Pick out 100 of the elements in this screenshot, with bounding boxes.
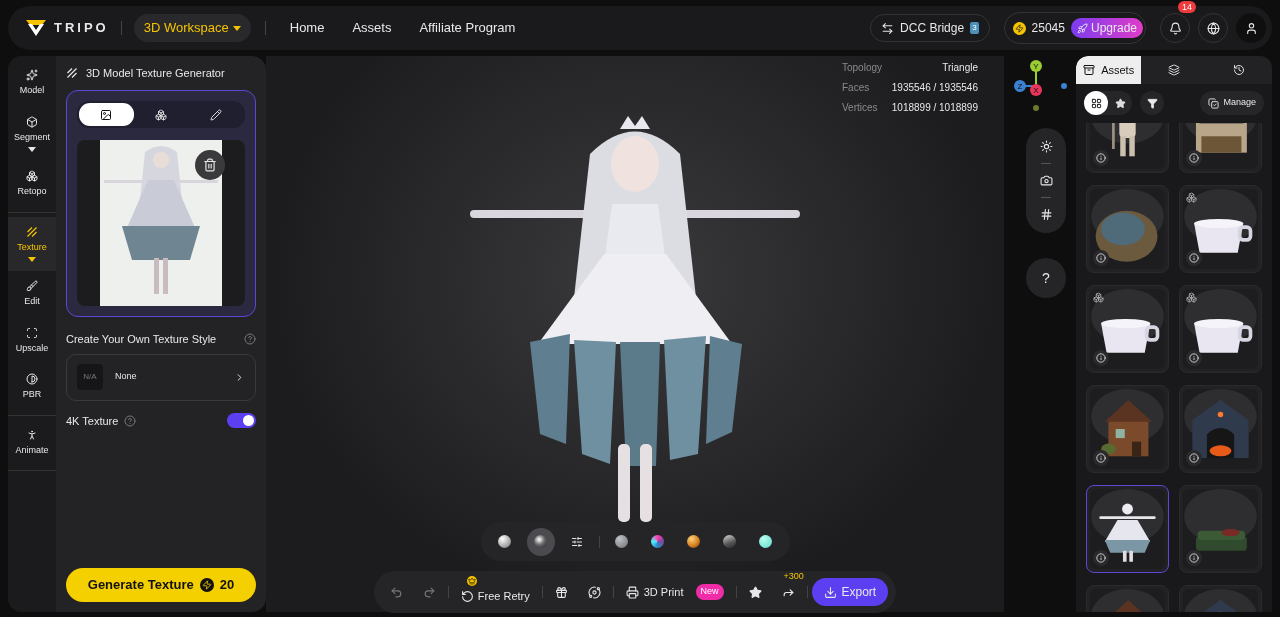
info-icon [1096,253,1106,263]
rocket-icon [1076,22,1088,34]
redo-icon [422,585,436,599]
retry-icon [460,589,474,603]
rail-item[interactable]: Model [8,60,56,107]
trash-icon [203,158,217,172]
nav-link[interactable]: Affiliate Program [409,18,526,38]
orbit-icon [587,585,601,599]
info-icon [1189,353,1199,363]
funnel-icon [1146,97,1158,109]
caret-icon [232,25,241,31]
info-icon [1096,153,1106,163]
free-retry-button[interactable]: Free Retry [452,575,538,609]
image-icon [100,108,113,121]
info-icon [1189,453,1199,463]
profile-button[interactable] [1236,13,1266,43]
rail-item[interactable]: Texture [8,216,56,271]
logo-icon [26,20,46,36]
export-button[interactable]: Export [811,578,889,606]
undo-icon [389,585,403,599]
cube-icon [26,115,38,128]
bell-icon [1168,21,1182,35]
archive-icon [1083,64,1096,76]
rail-item[interactable]: Retopo [8,161,56,208]
layers-icon [1168,64,1180,76]
toggle-switch[interactable] [227,413,256,429]
stat-label: Vertices [842,101,878,115]
panel-title: 3D Model Texture Generator [86,65,225,81]
copy-check-icon [1208,97,1220,109]
info-icon [1189,553,1199,563]
swap-icon [881,21,895,35]
logo-text: TRIPO [54,19,109,38]
rail-item[interactable]: Edit [8,271,56,318]
mesh-icon [1186,292,1197,303]
printer-icon [625,585,639,599]
crown-icon [466,576,477,586]
help-icon [124,414,137,427]
star-icon [1114,97,1126,109]
notification-count: 14 [1178,1,1196,13]
manage-button[interactable]: Manage [1200,91,1264,115]
share-bonus: +300 [783,569,804,583]
nav-link[interactable]: Home [279,18,335,38]
mesh-icon [26,170,38,182]
mesh-icon [1186,192,1197,203]
section-heading: Create Your Own Texture Style [66,332,217,347]
mode-tab[interactable] [79,103,134,126]
panel-tab[interactable]: Assets [1076,56,1142,84]
new-badge: New [695,584,724,600]
mesh-icon [1093,292,1104,303]
globe-icon [1206,21,1220,35]
pencil-icon [209,108,222,121]
nav-link[interactable]: Assets [342,18,402,38]
caret-icon [28,257,36,262]
filter-toggle[interactable] [1084,91,1108,115]
generate-button[interactable]: Generate Texture 20 [66,568,256,602]
caret-icon [28,147,36,152]
stat-label: Topology [842,61,883,75]
brush-icon [26,280,38,292]
star-icon [748,585,762,599]
stat-value: 1018899 / 1018899 [891,101,978,115]
scan-icon [26,326,38,339]
3d-print-button[interactable]: 3D Print [617,583,692,601]
sun-icon [1039,140,1053,153]
sparkles-icon [26,69,38,81]
camera-icon [1039,174,1053,187]
axis-gizmo: Y Z X [1014,58,1074,114]
sliders-icon [570,535,583,548]
rail-item[interactable]: Segment [8,106,56,161]
texture-style-selector[interactable]: N/A None [66,353,256,401]
help-button[interactable]: ? [1026,258,1066,298]
credits-count: 25045 [1031,20,1065,37]
style-thumbnail: N/A [77,364,103,390]
bridge-badge: 3 [970,22,979,34]
history-icon [1233,64,1246,76]
grid-icon [1090,97,1102,109]
style-name: None [115,370,138,384]
stat-value: Triangle [942,61,978,75]
info-icon [1096,353,1106,363]
stat-value: 1935546 / 1935546 [891,81,978,95]
hatch-icon [66,67,78,79]
user-icon [1244,21,1258,35]
credits-icon [199,578,214,592]
info-icon [1096,553,1106,563]
stat-label: Faces [842,81,870,95]
rail-item[interactable]: Upscale [8,317,56,364]
gift-icon [554,585,568,599]
info-icon [1189,153,1199,163]
rail-item[interactable]: Animate [8,419,56,466]
help-icon [244,333,256,346]
hatch-icon [26,225,38,238]
download-icon [823,585,837,599]
hash-icon [1039,208,1053,221]
rail-item[interactable]: PBR [8,364,56,411]
upgrade-button[interactable]: Upgrade [1070,18,1143,38]
figure-icon [26,428,38,441]
filter-button[interactable] [1140,91,1164,115]
info-icon [1189,253,1199,263]
material-button[interactable] [526,527,555,556]
info-icon [1096,453,1106,463]
workspace-dropdown[interactable]: 3D Workspace [133,14,251,42]
